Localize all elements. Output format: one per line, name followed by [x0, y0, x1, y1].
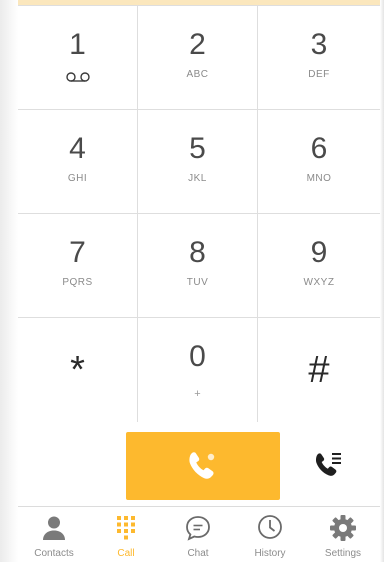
tab-history[interactable]: History: [234, 507, 306, 563]
clock-icon: [258, 515, 282, 539]
key-letters: TUV: [186, 277, 209, 288]
key-hash[interactable]: #: [258, 318, 380, 422]
key-letters: WXYZ: [303, 277, 335, 288]
key-digit: 0: [189, 340, 206, 373]
dialer-screen: 1 2 ABC 3 DEF 4 GHI 5 JKL 6 MNO 7 PQRS 8…: [18, 0, 380, 563]
left-edge-shadow: [0, 0, 18, 562]
key-0[interactable]: 0 +: [138, 318, 258, 422]
key-digit: 5: [189, 132, 206, 165]
phone-list-icon: [315, 453, 341, 476]
tab-contacts[interactable]: Contacts: [18, 507, 90, 563]
dialpad-icon: [117, 516, 135, 540]
key-digit: 6: [310, 132, 328, 165]
key-letters: DEF: [308, 69, 330, 80]
key-9[interactable]: 9 WXYZ: [258, 214, 380, 318]
key-digit: 4: [69, 132, 86, 165]
key-4[interactable]: 4 GHI: [18, 110, 138, 214]
key-letters: ABC: [186, 69, 209, 80]
key-letters: +: [194, 388, 201, 400]
key-digit: 1: [69, 28, 86, 61]
key-symbol: *: [70, 349, 85, 391]
key-digit: 9: [310, 236, 328, 269]
key-digit: 8: [189, 236, 206, 269]
person-icon: [43, 516, 65, 540]
key-2[interactable]: 2 ABC: [138, 6, 258, 110]
key-letters: MNO: [306, 173, 332, 184]
tab-label: Chat: [187, 548, 209, 559]
phone-call-icon: [189, 452, 215, 479]
tab-label: History: [254, 548, 286, 559]
key-letters: PQRS: [62, 277, 93, 288]
key-5[interactable]: 5 JKL: [138, 110, 258, 214]
key-letters: JKL: [188, 173, 207, 184]
call-options-button[interactable]: [308, 443, 352, 487]
voicemail-icon: [65, 72, 90, 82]
call-button[interactable]: [126, 432, 280, 500]
chat-bubble-icon: [186, 516, 210, 541]
key-star[interactable]: *: [18, 318, 138, 422]
key-3[interactable]: 3 DEF: [258, 6, 380, 110]
tab-chat[interactable]: Chat: [162, 507, 234, 563]
key-letters: GHI: [67, 173, 88, 184]
key-digit: 2: [189, 28, 206, 61]
bottom-tab-bar: Contacts Call Chat History Settings: [18, 506, 380, 563]
dialpad: 1 2 ABC 3 DEF 4 GHI 5 JKL 6 MNO 7 PQRS 8…: [18, 5, 380, 424]
tab-call[interactable]: Call: [90, 507, 162, 563]
tab-label: Contacts: [34, 548, 74, 559]
key-1[interactable]: 1: [18, 6, 138, 110]
key-digit: 7: [69, 236, 86, 269]
gear-icon: [330, 515, 356, 541]
key-8[interactable]: 8 TUV: [138, 214, 258, 318]
tab-label: Settings: [324, 548, 362, 559]
tab-settings[interactable]: Settings: [306, 507, 380, 563]
right-edge-shadow: [380, 0, 384, 562]
tab-label: Call: [117, 548, 135, 559]
key-digit: 3: [310, 28, 328, 61]
key-symbol: #: [308, 349, 330, 391]
key-6[interactable]: 6 MNO: [258, 110, 380, 214]
key-7[interactable]: 7 PQRS: [18, 214, 138, 318]
